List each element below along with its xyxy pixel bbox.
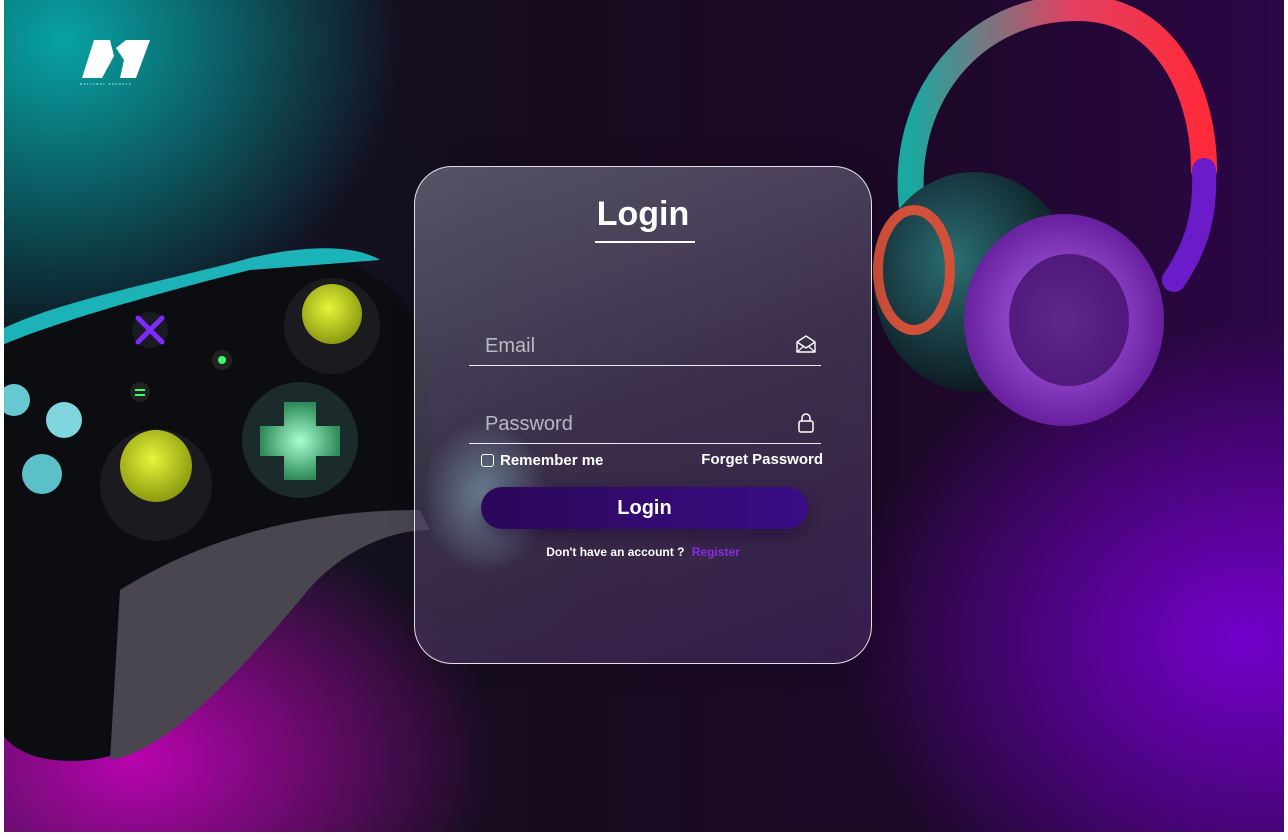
password-input[interactable] [483, 409, 777, 439]
login-title: Login [596, 195, 690, 233]
lock-icon [798, 413, 814, 433]
forget-password-link[interactable]: Forget Password [701, 451, 823, 468]
password-field [469, 403, 821, 444]
remember-me-checkbox[interactable]: Remember me [481, 452, 603, 469]
email-input[interactable] [483, 331, 777, 361]
envelope-icon [796, 335, 816, 353]
login-options-row: Remember me Forget Password [481, 451, 823, 471]
login-button[interactable]: Login [481, 487, 808, 529]
login-card: Login Remember me Forget Password [414, 166, 872, 664]
checkbox-icon[interactable] [481, 454, 494, 467]
email-field [469, 325, 821, 366]
register-prompt-text: Don't have an account ? [546, 545, 685, 559]
brand-tagline: NATIONAL ESPORTS [80, 82, 133, 86]
remember-me-label: Remember me [500, 452, 604, 469]
headphones-illustration [873, 0, 1217, 426]
register-link[interactable]: Register [692, 545, 740, 559]
title-underline [595, 241, 695, 243]
background-stage: NATIONAL ESPORTS Login Email Remember me… [4, 0, 1284, 832]
game-controller-illustration [4, 248, 430, 761]
register-prompt: Don't have an account ? Register [415, 545, 871, 559]
